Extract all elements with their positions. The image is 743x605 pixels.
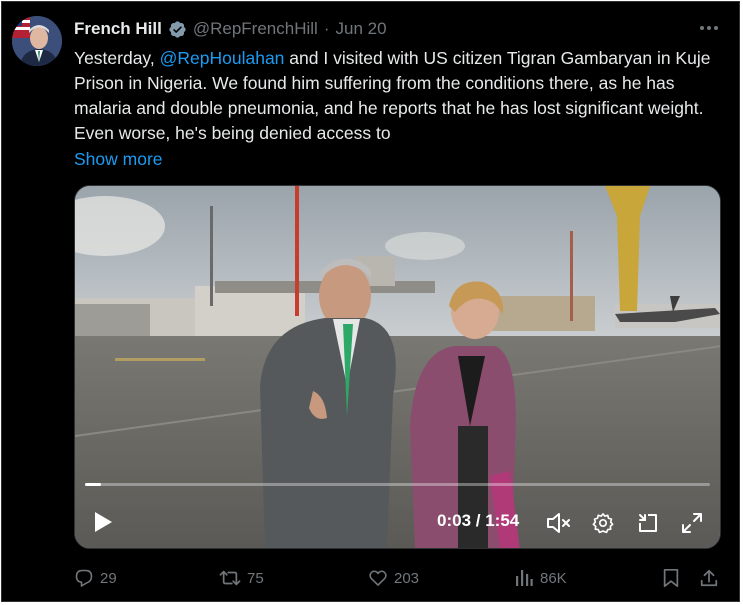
avatar[interactable] xyxy=(12,16,62,66)
tweet-text: Yesterday, @RepHoulahan and I visited wi… xyxy=(74,46,724,146)
views-icon xyxy=(514,568,534,588)
reply-button[interactable]: 29 xyxy=(74,563,117,593)
mute-icon[interactable] xyxy=(545,510,573,536)
bookmark-icon[interactable] xyxy=(662,563,680,593)
like-icon xyxy=(368,568,388,588)
video-time: 0:03 / 1:54 xyxy=(437,510,519,532)
time-separator: / xyxy=(471,511,486,530)
like-count: 203 xyxy=(394,569,420,587)
tweet-date[interactable]: Jun 20 xyxy=(336,19,387,39)
tweet-text-start: Yesterday, xyxy=(74,48,160,68)
repost-icon xyxy=(219,568,241,588)
reply-count: 29 xyxy=(100,569,117,587)
avatar-image xyxy=(12,16,62,66)
settings-icon[interactable] xyxy=(590,510,616,536)
fullscreen-icon[interactable] xyxy=(679,510,705,536)
mention-link[interactable]: @RepHoulahan xyxy=(160,48,285,68)
views-count: 86K xyxy=(540,569,567,587)
progress-fill xyxy=(85,483,102,486)
separator-dot: · xyxy=(323,19,330,38)
duration: 1:54 xyxy=(485,511,520,530)
video-frame xyxy=(75,186,720,548)
show-more-link[interactable]: Show more xyxy=(74,147,163,171)
more-icon[interactable] xyxy=(695,18,723,38)
current-time: 0:03 xyxy=(437,511,472,530)
verified-badge-icon xyxy=(168,20,187,39)
repost-button[interactable]: 75 xyxy=(219,563,264,593)
tweet-header: French Hill @RepFrenchHill · Jun 20 xyxy=(74,17,387,41)
author-name[interactable]: French Hill xyxy=(74,19,162,39)
share-icon[interactable] xyxy=(699,563,719,593)
tweet-card: French Hill @RepFrenchHill · Jun 20 Yest… xyxy=(1,1,740,602)
repost-count: 75 xyxy=(247,569,264,587)
progress-bar[interactable] xyxy=(85,483,710,486)
minimize-icon[interactable] xyxy=(635,510,661,536)
action-bar: 29 75 203 86K xyxy=(74,563,724,593)
video-player[interactable]: 0:03 / 1:54 xyxy=(74,185,721,549)
views-button[interactable]: 86K xyxy=(514,563,567,593)
play-icon[interactable] xyxy=(89,508,117,536)
reply-icon xyxy=(74,568,94,588)
like-button[interactable]: 203 xyxy=(368,563,419,593)
author-handle[interactable]: @RepFrenchHill xyxy=(193,19,318,39)
